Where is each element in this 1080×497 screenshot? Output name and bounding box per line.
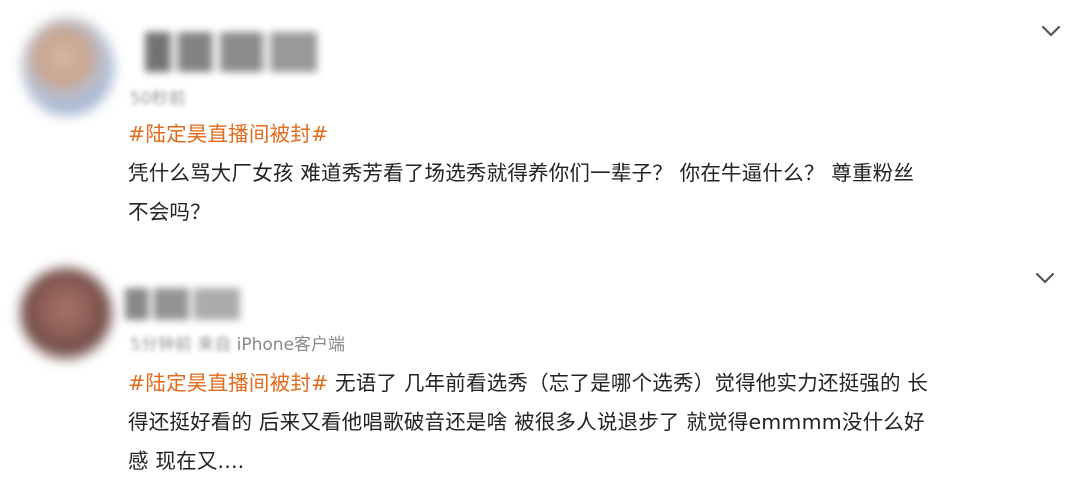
comment-item: 5分钟前 来自 iPhone客户端 #陆定昊直播间被封# 无语了 几年前看选秀（… (0, 250, 1080, 497)
comment-text: #陆定昊直播间被封# 凭什么骂大厂女孩 难道秀芳看了场选秀就得养你们一辈子？ 你… (128, 115, 1063, 232)
comment-item: 50秒前 #陆定昊直播间被封# 凭什么骂大厂女孩 难道秀芳看了场选秀就得养你们一… (0, 0, 1080, 250)
chevron-down-icon[interactable] (1040, 20, 1062, 42)
text-line: 得还挺好看的 后来又看他唱歌破音还是啥 被很多人说退步了 就觉得emmmm没什么… (128, 410, 925, 434)
avatar[interactable] (22, 18, 114, 116)
comment-meta: 50秒前 (130, 84, 186, 109)
text-line: 凭什么骂大厂女孩 难道秀芳看了场选秀就得养你们一辈子？ 你在牛逼什么？ 尊重粉丝 (128, 161, 915, 185)
source-prefix: 来自 (197, 335, 232, 355)
comment-meta: 5分钟前 来自 iPhone客户端 (130, 330, 345, 355)
text-line: 不会吗？ (128, 200, 211, 224)
username-blurred[interactable] (125, 288, 240, 320)
text-line: 感 现在又.... (128, 449, 245, 473)
comment-text: #陆定昊直播间被封# 无语了 几年前看选秀（忘了是哪个选秀）觉得他实力还挺强的 … (128, 364, 1063, 481)
timestamp: 5分钟前 (130, 335, 192, 355)
username-blurred[interactable] (145, 32, 355, 72)
chevron-down-icon[interactable] (1034, 267, 1056, 289)
source-client: iPhone客户端 (236, 335, 346, 355)
hashtag-link[interactable]: #陆定昊直播间被封# (128, 115, 1063, 154)
avatar[interactable] (20, 268, 112, 360)
text-line: 无语了 几年前看选秀（忘了是哪个选秀）觉得他实力还挺强的 长 (328, 371, 929, 395)
timestamp: 50秒前 (130, 89, 186, 109)
hashtag-link[interactable]: #陆定昊直播间被封# (128, 371, 328, 395)
